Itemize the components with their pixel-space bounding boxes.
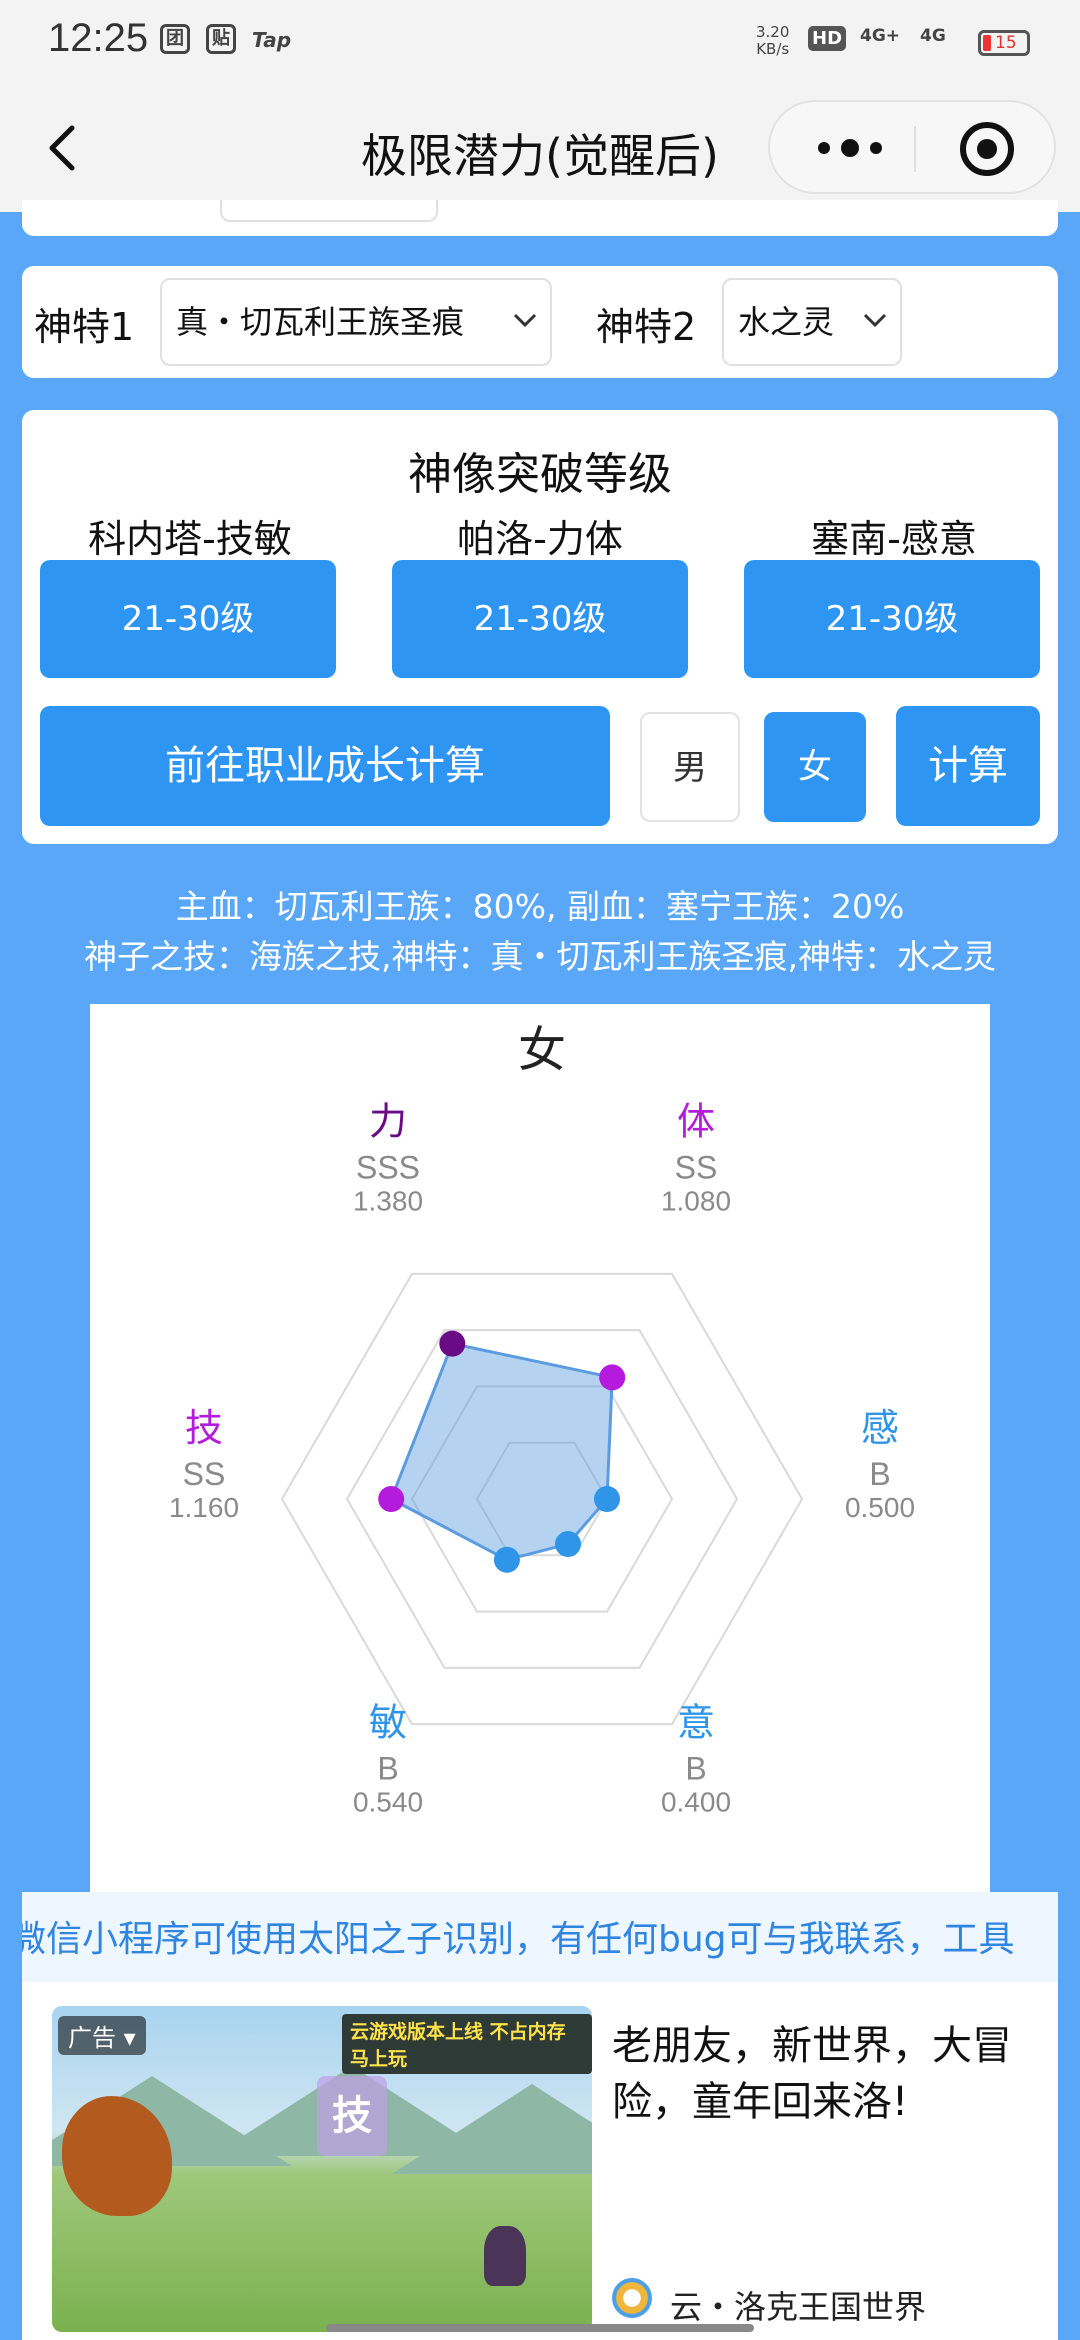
chevron-down-icon bbox=[863, 313, 887, 328]
radar-axis-grade: SS bbox=[183, 1456, 226, 1492]
ad-character-illustration bbox=[484, 2226, 526, 2286]
previous-select-edge bbox=[220, 200, 438, 222]
close-miniprogram-icon[interactable] bbox=[960, 122, 1014, 176]
goto-growth-calc-button[interactable]: 前往职业成长计算 bbox=[40, 706, 610, 826]
trait2-value: 水之灵 bbox=[738, 303, 835, 341]
statue-group-name: 科内塔-技敏 bbox=[88, 517, 292, 561]
radar-axis-grade: SS bbox=[675, 1149, 718, 1185]
statue-group-name: 塞南-感意 bbox=[811, 517, 977, 561]
divine-trait-card: 神特1 真・切瓦利王族圣痕 神特2 水之灵 bbox=[22, 266, 1058, 378]
radar-axis-value: 1.080 bbox=[661, 1185, 731, 1216]
trait1-value: 真・切瓦利王族圣痕 bbox=[176, 303, 465, 341]
notice-text: 微信小程序可使用太阳之子识别，有任何bug可与我联系，工具 bbox=[22, 1919, 1015, 1960]
home-indicator[interactable] bbox=[326, 2324, 754, 2332]
trait1-label: 神特1 bbox=[34, 305, 135, 349]
network-speed-unit: KB/s bbox=[756, 40, 790, 58]
miniprogram-capsule bbox=[768, 100, 1056, 194]
radar-point-体 bbox=[599, 1364, 626, 1391]
radar-point-力 bbox=[439, 1330, 466, 1357]
radar-axis-grade: B bbox=[377, 1751, 398, 1787]
radar-point-技 bbox=[378, 1486, 405, 1512]
radar-svg: 女力SSS1.380体SS1.080感B0.500意B0.400敏B0.540技… bbox=[169, 1022, 915, 1818]
gender-female-button[interactable]: 女 bbox=[764, 712, 866, 822]
radar-title: 女 bbox=[518, 1022, 566, 1078]
app-notification-icon: 团 bbox=[160, 24, 190, 54]
radar-axis-name: 技 bbox=[185, 1406, 223, 1450]
signal-4g-icon: 4G bbox=[920, 26, 946, 46]
statue-level-button-gan-yi[interactable]: 21-30级 bbox=[744, 560, 1040, 678]
radar-axis-value: 1.380 bbox=[353, 1185, 423, 1216]
statue-level-button-li-ti[interactable]: 21-30级 bbox=[392, 560, 688, 678]
status-time: 12:25 bbox=[48, 16, 149, 60]
radar-point-感 bbox=[594, 1486, 620, 1512]
ad-image[interactable]: 云游戏版本上线 不占内存马上玩 技 广告 ▾ bbox=[52, 2006, 592, 2332]
battery-level: 15 bbox=[995, 33, 1017, 53]
capsule-divider bbox=[914, 126, 916, 172]
scrolling-notice: 微信小程序可使用太阳之子识别，有任何bug可与我联系，工具 bbox=[22, 1892, 1058, 1982]
previous-card-edge bbox=[22, 200, 1058, 236]
radar-point-敏 bbox=[493, 1546, 520, 1573]
radar-axis-grade: B bbox=[685, 1751, 706, 1787]
ad-card[interactable]: 云游戏版本上线 不占内存马上玩 技 广告 ▾ 老朋友，新世界，大冒险，童年回来洛… bbox=[22, 1982, 1058, 2340]
radar-axis-grade: SSS bbox=[356, 1149, 420, 1185]
advertiser-name: 云・洛克王国世界 bbox=[670, 2288, 927, 2326]
taptap-notification-icon: Tap bbox=[252, 28, 292, 52]
trait2-label: 神特2 bbox=[596, 305, 697, 349]
ad-title[interactable]: 老朋友，新世界，大冒险，童年回来洛! bbox=[612, 2018, 1032, 2130]
skill-summary: 神子之技：海族之技,神特：真・切瓦利王族圣痕,神特：水之灵 bbox=[84, 937, 996, 976]
battery-icon: 15 bbox=[978, 30, 1030, 56]
calculate-button[interactable]: 计算 bbox=[896, 706, 1040, 826]
signal-4g-plus-icon: 4G+ bbox=[860, 26, 901, 46]
trait2-select[interactable]: 水之灵 bbox=[722, 278, 902, 366]
statue-breakthrough-card: 神像突破等级 科内塔-技敏 帕洛-力体 塞南-感意 21-30级 21-30级 … bbox=[22, 410, 1058, 844]
potential-radar-chart: 女力 SSS 1.380 体 SS 1.080 感 B 0.500 意 B 0.400 敏 B 0.540 技… bbox=[90, 1004, 990, 1892]
radar-axis-name: 感 bbox=[861, 1406, 899, 1450]
navigation-bar: 极限潜力(觉醒后) bbox=[0, 84, 1080, 212]
radar-area bbox=[389, 1341, 614, 1562]
ad-badge[interactable]: 广告 ▾ bbox=[58, 2016, 146, 2055]
advertiser-logo-icon bbox=[612, 2278, 652, 2318]
ad-shield-illustration: 技 bbox=[317, 2076, 387, 2156]
radar-axis-value: 1.160 bbox=[169, 1492, 239, 1523]
network-speed: 3.20 KB/s bbox=[756, 24, 789, 58]
radar-axis-grade: B bbox=[869, 1456, 890, 1492]
ad-image-banner: 云游戏版本上线 不占内存马上玩 bbox=[342, 2014, 592, 2074]
chevron-down-icon bbox=[513, 313, 537, 328]
radar-axis-value: 0.540 bbox=[353, 1787, 423, 1818]
radar-point-意 bbox=[555, 1531, 581, 1558]
trait1-select[interactable]: 真・切瓦利王族圣痕 bbox=[160, 278, 552, 366]
ad-badge-label: 广告 bbox=[68, 2024, 116, 2052]
bloodline-summary: 主血：切瓦利王族：80%, 副血：塞宁王族：20% bbox=[175, 887, 905, 926]
network-speed-value: 3.20 bbox=[756, 23, 790, 41]
radar-axis-name: 意 bbox=[677, 1701, 715, 1745]
more-options-icon[interactable] bbox=[810, 130, 890, 166]
radar-axis-name: 力 bbox=[369, 1099, 407, 1143]
gender-male-button[interactable]: 男 bbox=[640, 712, 740, 822]
radar-axis-name: 体 bbox=[677, 1099, 715, 1143]
radar-axis-value: 0.400 bbox=[661, 1787, 731, 1818]
radar-axis-name: 敏 bbox=[369, 1701, 407, 1745]
hd-icon: HD bbox=[808, 26, 847, 51]
statue-group-name: 帕洛-力体 bbox=[457, 517, 623, 561]
radar-axis-value: 0.500 bbox=[845, 1492, 915, 1523]
statue-level-button-ji-min[interactable]: 21-30级 bbox=[40, 560, 336, 678]
statue-heading: 神像突破等级 bbox=[408, 449, 672, 500]
tieba-notification-icon: 贴 bbox=[206, 24, 236, 54]
status-bar: 12:25 团 贴 Tap 3.20 KB/s HD 4G+ 4G 15 bbox=[0, 0, 1080, 84]
